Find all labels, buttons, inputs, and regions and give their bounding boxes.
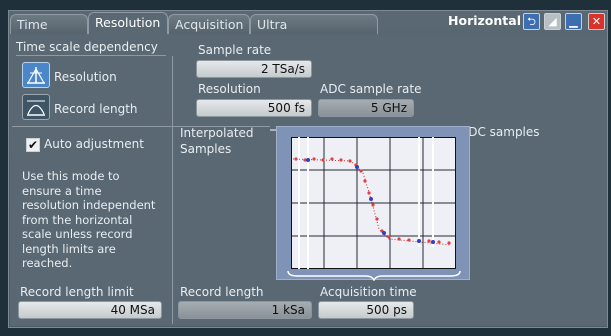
- minimize-icon[interactable]: ▁: [565, 13, 582, 30]
- record-length-label: Record length: [180, 285, 264, 299]
- tab-resolution[interactable]: Resolution: [88, 12, 168, 34]
- acquisition-time-field[interactable]: 500 ps: [318, 301, 414, 319]
- adc-samples-label: ADC samples: [460, 125, 540, 139]
- sample-rate-label: Sample rate: [198, 43, 272, 57]
- record-length-mode-button[interactable]: [22, 94, 50, 120]
- undock-icon[interactable]: ◢: [544, 13, 561, 30]
- resolution-mode-icon: [27, 67, 45, 84]
- divider: [16, 55, 166, 56]
- adc-sample-rate-field: 5 GHz: [318, 99, 414, 117]
- resolution-field[interactable]: 500 fs: [196, 99, 312, 117]
- resolution-label: Resolution: [198, 82, 261, 96]
- column-divider: [172, 56, 173, 324]
- acquisition-time-label: Acquisition time: [320, 285, 417, 299]
- close-icon[interactable]: ✕: [588, 13, 605, 30]
- auto-adjustment-checkbox[interactable]: ✔: [26, 138, 40, 152]
- adc-sample-rate-label: ADC sample rate: [320, 82, 422, 96]
- sampling-plot: [291, 137, 456, 269]
- time-scale-dependency-title: Time scale dependency: [16, 40, 158, 54]
- record-length-mode-icon: [27, 100, 45, 116]
- resolution-option-label[interactable]: Resolution: [54, 70, 117, 84]
- tab-acquisition[interactable]: Acquisition: [168, 14, 250, 34]
- window-title: Horizontal: [448, 13, 521, 28]
- sample-rate-field[interactable]: 2 TSa/s: [196, 60, 312, 78]
- interpolated-samples-label: Interpolated Samples: [180, 126, 254, 156]
- tab-ultra-segmentation[interactable]: Ultra Segmentation: [250, 14, 378, 52]
- mode-description: Use this mode to ensure a time resolutio…: [22, 169, 156, 270]
- acquisition-brace: [287, 270, 461, 281]
- back-icon[interactable]: ⮌: [523, 13, 540, 30]
- resolution-mode-button[interactable]: [22, 62, 50, 88]
- record-length-field: 1 kSa: [178, 301, 312, 319]
- record-length-option-label[interactable]: Record length: [54, 102, 138, 116]
- record-length-limit-label: Record length limit: [20, 285, 134, 299]
- auto-adjustment-label[interactable]: Auto adjustment: [44, 137, 144, 151]
- record-length-limit-field[interactable]: 40 MSa: [18, 301, 162, 319]
- tab-time-base[interactable]: Time Base: [10, 14, 88, 52]
